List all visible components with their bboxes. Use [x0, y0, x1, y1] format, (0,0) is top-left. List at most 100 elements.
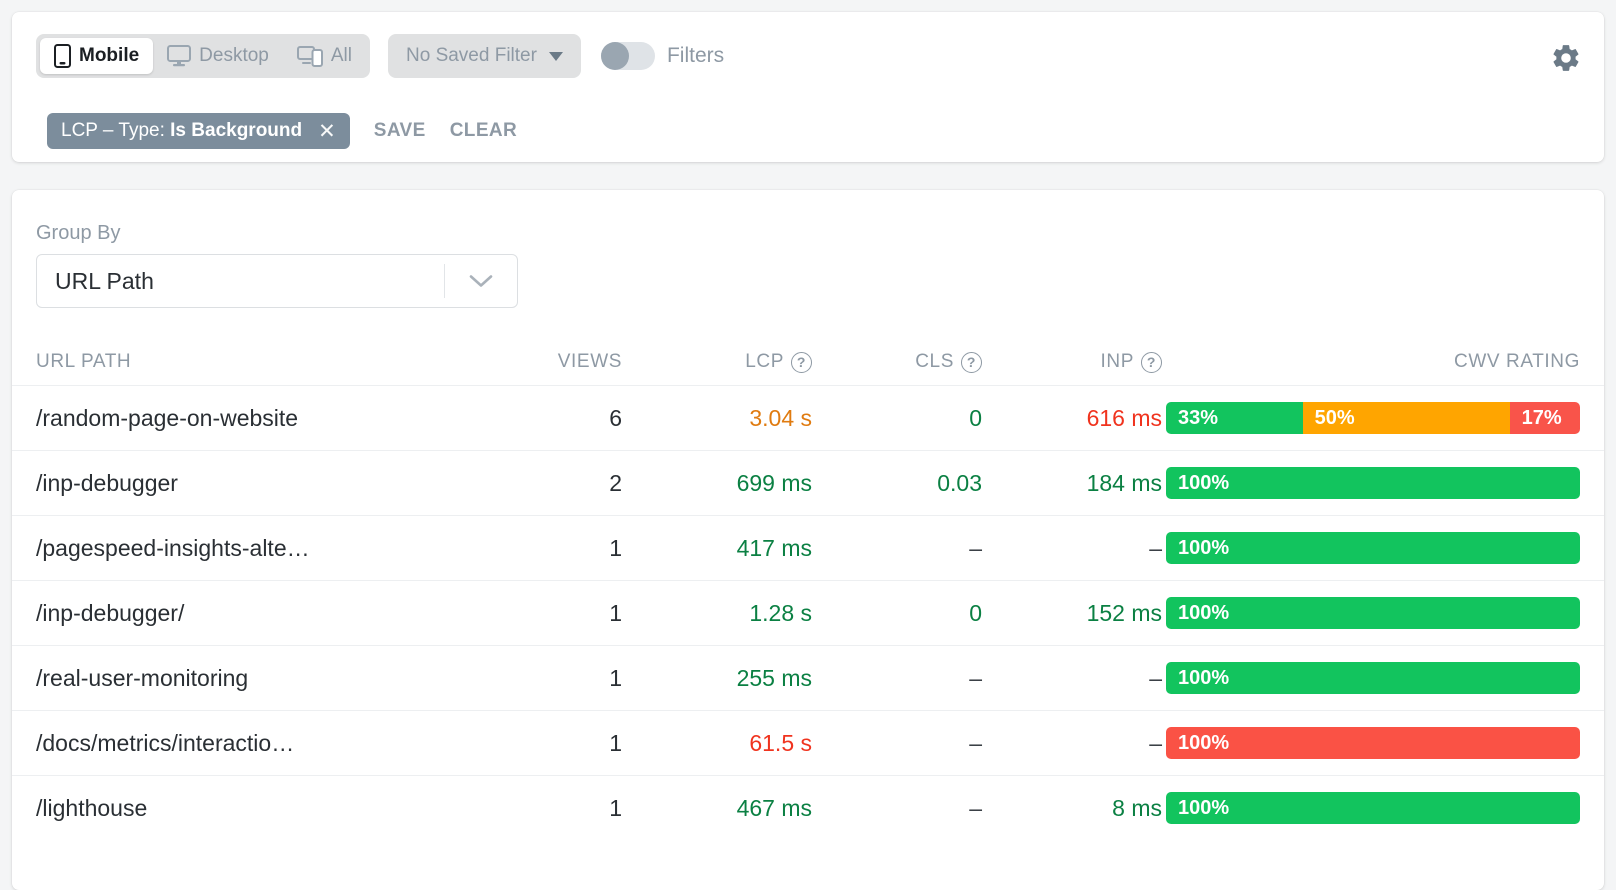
gear-icon[interactable]: [1550, 42, 1582, 74]
cell-cwv-rating: 100%: [1162, 727, 1580, 759]
table-row[interactable]: /inp-debugger/1 1.28 s 0 152 ms 100%: [12, 580, 1604, 645]
filters-toggle[interactable]: [600, 42, 655, 70]
cell-cwv-rating: 33% 50% 17%: [1162, 402, 1580, 434]
saved-filter-dropdown[interactable]: No Saved Filter: [388, 34, 581, 78]
cell-cls: –: [969, 664, 982, 691]
clear-filter-button[interactable]: CLEAR: [450, 120, 517, 142]
mobile-icon: [54, 44, 71, 68]
filter-chip-text: LCP – Type: Is Background: [61, 120, 302, 142]
cell-lcp: 1.28 s: [749, 599, 812, 626]
filter-chip-value: Is Background: [170, 120, 303, 141]
filter-card: Mobile Desktop All No Saved Filter Filte…: [12, 12, 1604, 162]
help-icon-inp[interactable]: ?: [1141, 351, 1162, 373]
cell-url-path[interactable]: /docs/metrics/interactio…: [36, 730, 426, 757]
cell-views: 1: [609, 729, 622, 756]
cwv-rating-bar: 100%: [1166, 597, 1580, 629]
help-icon-cls[interactable]: ?: [961, 351, 982, 373]
table-header-row: URL PATH VIEWS LCP ? CLS ? INP ? CWV RAT…: [12, 340, 1604, 384]
table-row[interactable]: /pagespeed-insights-alte… 1 417 ms – –100%: [12, 515, 1604, 580]
table-row[interactable]: /lighthouse 1 467 ms – 8 ms 100%: [12, 775, 1604, 840]
cell-cls: 0: [969, 599, 982, 626]
cell-inp: 616 ms: [1086, 404, 1162, 431]
cwv-segment: 100%: [1166, 597, 1580, 629]
cwv-segment: 17%: [1509, 402, 1580, 434]
device-toolbar: Mobile Desktop All No Saved Filter Filte…: [36, 34, 724, 78]
cwv-rating-bar: 33% 50% 17%: [1166, 402, 1580, 434]
column-header-url-path[interactable]: URL PATH: [36, 351, 426, 373]
cell-url-path[interactable]: /lighthouse: [36, 795, 426, 822]
device-option-all[interactable]: All: [283, 38, 366, 74]
cell-cwv-rating: 100%: [1162, 792, 1580, 824]
cell-inp: –: [1149, 534, 1162, 561]
table-row[interactable]: /random-page-on-website 6 3.04 s 0 616 ms 33%…: [12, 385, 1604, 450]
cell-inp: 184 ms: [1086, 469, 1162, 496]
cell-lcp: 61.5 s: [749, 729, 812, 756]
table-row[interactable]: /real-user-monitoring 1 255 ms – –100%: [12, 645, 1604, 710]
column-header-views[interactable]: VIEWS: [426, 351, 622, 373]
group-by-label: Group By: [36, 222, 121, 244]
cwv-segment: 33%: [1166, 402, 1303, 434]
cell-cwv-rating: 100%: [1162, 532, 1580, 564]
cell-lcp: 417 ms: [736, 534, 812, 561]
cell-inp: –: [1149, 729, 1162, 756]
cwv-rating-bar: 100%: [1166, 792, 1580, 824]
cell-cls: –: [969, 729, 982, 756]
cwv-rating-bar: 100%: [1166, 727, 1580, 759]
saved-filter-label: No Saved Filter: [406, 45, 537, 66]
column-header-inp[interactable]: INP ?: [982, 351, 1162, 373]
cell-lcp: 3.04 s: [749, 404, 812, 431]
cell-views: 6: [609, 404, 622, 431]
chevron-down-icon: [548, 51, 563, 61]
save-filter-button[interactable]: SAVE: [374, 120, 426, 142]
cell-views: 2: [609, 469, 622, 496]
filters-toggle-knob: [600, 42, 629, 70]
cwv-segment: 100%: [1166, 662, 1580, 694]
cwv-segment: 100%: [1166, 792, 1580, 824]
column-header-lcp[interactable]: LCP ?: [622, 351, 812, 373]
filter-chip-lcp-type[interactable]: LCP – Type: Is Background ✕: [47, 113, 350, 149]
cell-url-path[interactable]: /inp-debugger: [36, 470, 426, 497]
device-option-all-label: All: [330, 45, 352, 66]
cwv-rating-bar: 100%: [1166, 467, 1580, 499]
device-option-mobile[interactable]: Mobile: [40, 38, 154, 74]
device-option-desktop-label: Desktop: [199, 45, 269, 66]
cwv-segment: 100%: [1166, 467, 1580, 499]
help-icon-lcp[interactable]: ?: [791, 351, 812, 373]
cell-views: 1: [609, 599, 622, 626]
cwv-rating-bar: 100%: [1166, 532, 1580, 564]
cell-cwv-rating: 100%: [1162, 467, 1580, 499]
cell-cls: 0.03: [937, 469, 982, 496]
chevron-down-icon[interactable]: [445, 273, 517, 289]
cwv-segment: 50%: [1302, 402, 1510, 434]
device-segmented-control[interactable]: Mobile Desktop All: [36, 34, 370, 78]
cwv-segment: 100%: [1166, 532, 1580, 564]
cwv-rating-bar: 100%: [1166, 662, 1580, 694]
table-row[interactable]: /docs/metrics/interactio… 1 61.5 s – –100%: [12, 710, 1604, 775]
all-devices-icon: [296, 45, 323, 67]
close-icon[interactable]: ✕: [318, 121, 336, 142]
cell-cls: –: [969, 534, 982, 561]
device-option-desktop[interactable]: Desktop: [153, 38, 283, 74]
filters-toggle-label: Filters: [666, 44, 725, 67]
table-row[interactable]: /inp-debugger 2 699 ms 0.03 184 ms 100%: [12, 450, 1604, 515]
group-by-select[interactable]: URL Path: [36, 254, 518, 308]
cell-lcp: 467 ms: [736, 794, 812, 821]
cell-cwv-rating: 100%: [1162, 597, 1580, 629]
device-option-mobile-label: Mobile: [79, 45, 140, 66]
cwv-segment: 100%: [1166, 727, 1580, 759]
cell-url-path[interactable]: /random-page-on-website: [36, 405, 426, 432]
filters-toggle-group: Filters: [600, 42, 725, 70]
cell-views: 1: [609, 794, 622, 821]
active-filters-row: LCP – Type: Is Background ✕ SAVE CLEAR: [47, 113, 517, 149]
cell-url-path[interactable]: /real-user-monitoring: [36, 665, 426, 692]
cell-cwv-rating: 100%: [1162, 662, 1580, 694]
cell-url-path[interactable]: /pagespeed-insights-alte…: [36, 535, 426, 562]
cell-lcp: 699 ms: [736, 469, 812, 496]
column-header-cwv-rating[interactable]: CWV RATING: [1162, 351, 1580, 373]
column-header-cls[interactable]: CLS ?: [812, 351, 982, 373]
group-by-selected-value: URL Path: [55, 267, 154, 294]
desktop-icon: [167, 45, 192, 67]
cell-views: 1: [609, 534, 622, 561]
cell-url-path[interactable]: /inp-debugger/: [36, 600, 426, 627]
cell-inp: 8 ms: [1112, 794, 1162, 821]
